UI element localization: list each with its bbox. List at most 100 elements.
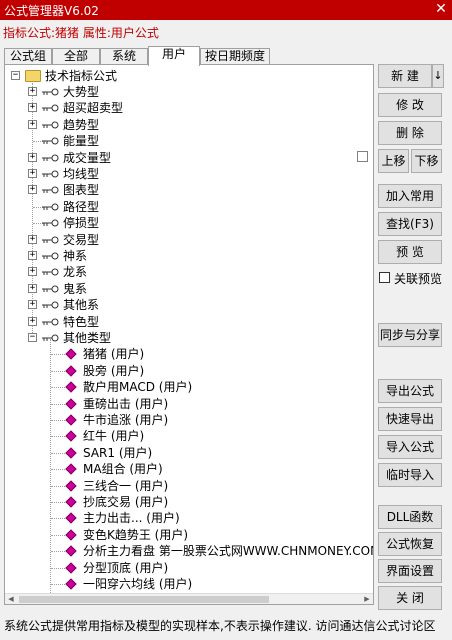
- checkbox-box[interactable]: [379, 272, 390, 283]
- expand-icon[interactable]: +: [28, 152, 37, 162]
- tree-item-row[interactable]: 散户用MACD (用户): [5, 379, 365, 395]
- tree-group-row[interactable]: − 其他类型: [5, 330, 365, 346]
- expand-icon[interactable]: +: [28, 87, 37, 96]
- tree-group-row[interactable]: + 图表型: [5, 182, 365, 198]
- export-formula-button[interactable]: 导出公式: [378, 379, 442, 403]
- tree-group-row[interactable]: + 交易型: [5, 232, 365, 248]
- tree-item-row[interactable]: 主力出击... (用户): [5, 510, 365, 526]
- tree-group-row[interactable]: + 龙系: [5, 264, 365, 280]
- tab-by-date-frequency[interactable]: 按日期频度: [200, 48, 270, 65]
- key-icon: [42, 318, 59, 326]
- formula-diamond-icon: [65, 496, 77, 508]
- tree-item-label: 主力出击... (用户): [83, 511, 180, 526]
- formula-tree[interactable]: − 技术指标公式 + 大势型 + 超买超卖型 + 趋势型 能量型 + 成交量型 + 均线型 + 图表型路…: [4, 64, 374, 605]
- tree-item-label: 一阳穿六均线 (用户): [83, 577, 193, 591]
- tree-group-row[interactable]: 路径型: [5, 199, 365, 215]
- tab-system[interactable]: 系统: [100, 48, 148, 65]
- tab-all[interactable]: 全部: [52, 48, 100, 65]
- tab-user[interactable]: 用户: [148, 46, 200, 66]
- key-icon: [42, 137, 59, 145]
- tree-group-row[interactable]: + 成交量型: [5, 150, 365, 166]
- formula-diamond-icon: [65, 348, 77, 361]
- expand-icon[interactable]: +: [28, 283, 37, 293]
- key-icon: [42, 334, 59, 342]
- modify-button[interactable]: 修 改: [378, 93, 442, 117]
- tree-item-row[interactable]: 一阳穿六均线 (用户): [5, 576, 365, 592]
- collapse-icon[interactable]: −: [28, 333, 37, 342]
- tree-group-row[interactable]: + 大势型: [5, 84, 365, 100]
- tree-item-row[interactable]: 三线合一 (用户): [5, 478, 365, 494]
- dll-function-button[interactable]: DLL函数: [378, 505, 442, 529]
- tree-item-row[interactable]: 牛市追涨 (用户): [5, 412, 365, 428]
- tree-group-row[interactable]: + 超买超卖型: [5, 100, 365, 116]
- linked-preview-checkbox[interactable]: 关联预览: [379, 270, 449, 286]
- move-down-button[interactable]: 下移: [411, 149, 442, 173]
- tree-group-row[interactable]: + 均线型: [5, 166, 365, 182]
- window-title: 公式管理器V6.02: [4, 4, 99, 18]
- horizontal-scrollbar[interactable]: ◀ ▶: [5, 593, 373, 604]
- temp-import-button[interactable]: 临时导入: [378, 463, 442, 487]
- tree-item-row[interactable]: 猪猪 (用户): [5, 346, 365, 362]
- close-icon[interactable]: ✕: [430, 0, 452, 20]
- expand-icon[interactable]: +: [28, 185, 37, 195]
- tree-checkbox[interactable]: [357, 151, 368, 162]
- tree-item-label: 散户用MACD (用户): [83, 380, 193, 395]
- tree-group-label: 大势型: [63, 85, 100, 99]
- tree-item-row[interactable]: 红牛 (用户): [5, 428, 365, 444]
- expand-icon[interactable]: +: [28, 169, 37, 178]
- tree-item-row[interactable]: 变色K趋势王 (用户): [5, 527, 365, 543]
- tree-group-row[interactable]: + 趋势型: [5, 117, 365, 133]
- sync-share-button[interactable]: 同步与分享: [378, 323, 442, 347]
- formula-diamond-icon: [65, 414, 77, 426]
- folder-icon: [25, 70, 41, 82]
- tree-group-label: 鬼系: [63, 281, 88, 296]
- formula-diamond-icon: [65, 463, 77, 475]
- tree-group-label: 停损型: [63, 216, 100, 231]
- close-button[interactable]: 关 闭: [378, 586, 442, 610]
- tree-group-label: 能量型: [63, 134, 100, 149]
- move-up-button[interactable]: 上移: [378, 149, 409, 173]
- tree-item-label: 重磅出击 (用户): [83, 396, 169, 411]
- expand-icon[interactable]: +: [28, 251, 37, 260]
- tree-item-row[interactable]: SAR1 (用户): [5, 445, 365, 461]
- import-formula-button[interactable]: 导入公式: [378, 435, 442, 459]
- tree-root[interactable]: − 技术指标公式: [5, 68, 365, 84]
- tree-root-label: 技术指标公式: [45, 69, 118, 83]
- scroll-right-icon[interactable]: ▶: [361, 594, 373, 605]
- tree-item-row[interactable]: 分型顶底 (用户): [5, 560, 365, 576]
- tree-group-label: 其他系: [63, 298, 100, 313]
- find-button[interactable]: 查找(F3): [378, 212, 442, 236]
- tree-group-row[interactable]: + 特色型: [5, 314, 365, 330]
- scrollbar-thumb[interactable]: [19, 596, 269, 603]
- tree-item-row[interactable]: 抄底交易 (用户): [5, 494, 365, 510]
- tree-item-label: MA组合 (用户): [83, 462, 163, 477]
- tree-item-row[interactable]: 股旁 (用户): [5, 363, 365, 379]
- tree-group-row[interactable]: 停损型: [5, 215, 365, 231]
- expand-icon[interactable]: +: [28, 103, 37, 113]
- collapse-icon[interactable]: −: [11, 71, 20, 80]
- tree-group-row[interactable]: + 其他系: [5, 297, 365, 313]
- ui-settings-button[interactable]: 界面设置: [378, 559, 442, 583]
- tree-item-label: 分型顶底 (用户): [83, 560, 169, 575]
- delete-button[interactable]: 删 除: [378, 121, 442, 145]
- formula-restore-button[interactable]: 公式恢复: [378, 532, 442, 556]
- new-button[interactable]: 新 建: [378, 64, 432, 88]
- new-dropdown-button[interactable]: ↓: [432, 64, 444, 88]
- preview-button[interactable]: 预 览: [378, 240, 442, 264]
- tree-group-row[interactable]: 能量型: [5, 133, 365, 149]
- tree-item-row[interactable]: 分析主力看盘 第一股票公式网WWW.CHNMONEY.COM: [5, 543, 373, 559]
- key-icon: [42, 301, 59, 309]
- expand-icon[interactable]: +: [28, 234, 37, 244]
- expand-icon[interactable]: +: [28, 119, 37, 129]
- scroll-left-icon[interactable]: ◀: [5, 594, 17, 605]
- tree-item-row[interactable]: 重磅出击 (用户): [5, 396, 365, 412]
- add-common-button[interactable]: 加入常用: [378, 184, 442, 208]
- tree-group-row[interactable]: + 神系: [5, 248, 365, 264]
- tab-formula-group[interactable]: 公式组: [4, 48, 52, 65]
- expand-icon[interactable]: +: [28, 300, 37, 310]
- quick-export-button[interactable]: 快速导出: [378, 407, 442, 431]
- expand-icon[interactable]: +: [28, 267, 37, 277]
- tree-group-row[interactable]: + 鬼系: [5, 281, 365, 297]
- expand-icon[interactable]: +: [28, 316, 37, 326]
- tree-item-row[interactable]: MA组合 (用户): [5, 461, 365, 477]
